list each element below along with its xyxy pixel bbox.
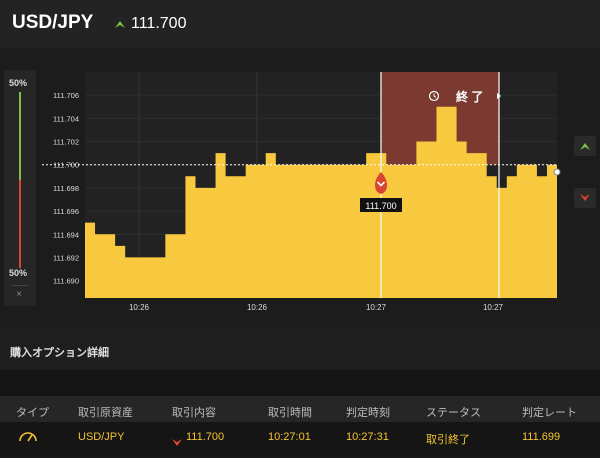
down-arrow-icon: [580, 194, 590, 201]
current-price-dot: [553, 168, 561, 176]
th-content: 取引内容: [172, 407, 216, 419]
y-tick-label: 111.696: [53, 207, 79, 216]
row-asset: USD/JPY: [78, 431, 125, 443]
y-axis-ticks: 111.706 111.704 111.702 111.700 111.698 111.6…: [53, 91, 79, 285]
th-judge-time: 判定時刻: [346, 407, 390, 419]
header-bar: USD/JPY 111.700: [0, 0, 600, 48]
entry-rate-label: 111.700: [365, 201, 396, 211]
up-arrow-icon: [580, 143, 590, 150]
x-axis-ticks: 10:26 10:26 10:27 10:27: [129, 303, 504, 312]
x-tick-label: 10:27: [366, 303, 387, 312]
y-tick-label: 111.690: [53, 277, 79, 286]
down-arrow-icon: [172, 434, 182, 452]
row-content: 111.700: [186, 431, 225, 443]
y-tick-label: 111.706: [53, 91, 79, 100]
th-type: タイプ: [16, 407, 49, 419]
current-rate: 111.700: [115, 15, 186, 33]
high-button[interactable]: [574, 136, 596, 156]
low-button[interactable]: [574, 188, 596, 208]
y-tick-label: 111.692: [53, 253, 79, 262]
x-tick-label: 10:27: [483, 303, 504, 312]
gauge-icon: [18, 429, 38, 448]
th-rate: 判定レート: [522, 407, 577, 419]
y-tick-label: 111.702: [53, 138, 79, 147]
y-tick-label: 111.694: [53, 230, 79, 239]
section-title: 購入オプション詳細: [10, 347, 109, 359]
th-asset: 取引原資産: [78, 407, 133, 419]
th-trade-time: 取引時間: [268, 407, 312, 419]
x-tick-label: 10:26: [247, 303, 268, 312]
th-status: ステータス: [426, 407, 481, 419]
y-tick-label: 111.704: [53, 114, 79, 123]
price-chart: 111.706 111.704 111.702 111.700 111.698 111.6…: [42, 72, 561, 312]
current-rate-value: 111.700: [131, 15, 187, 33]
expiry-status-label: 終 了: [456, 89, 483, 104]
y-tick-label: 111.700: [53, 161, 79, 170]
row-rate: 111.699: [522, 431, 561, 443]
y-tick-label: 111.698: [53, 184, 79, 193]
row-judge-time: 10:27:31: [346, 431, 389, 443]
row-trade-time: 10:27:01: [268, 431, 311, 443]
x-tick-label: 10:26: [129, 303, 150, 312]
pair-title: USD/JPY: [12, 12, 94, 33]
up-arrow-icon: [115, 15, 125, 33]
row-status: 取引終了: [426, 434, 470, 446]
